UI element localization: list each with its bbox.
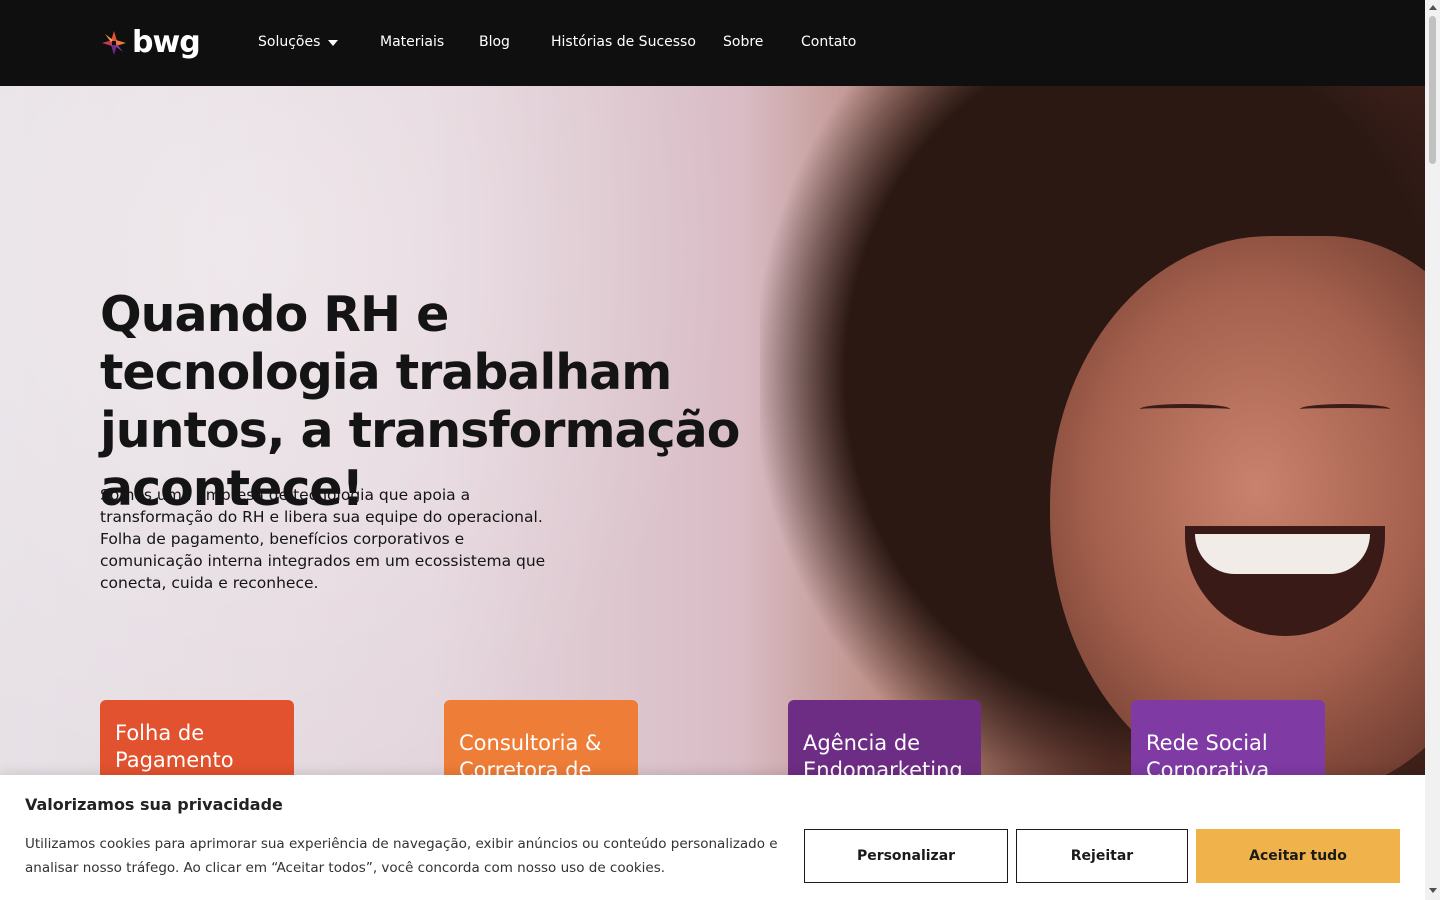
hero-description: Somos uma empresa de tecnologia que apoi… (100, 486, 546, 592)
bwg-spark-logo-icon (102, 31, 126, 55)
customize-cookies-button[interactable]: Personalizar (804, 829, 1008, 883)
reject-cookies-button[interactable]: Rejeitar (1016, 829, 1188, 883)
nav-item-sobre[interactable]: Sobre (723, 34, 763, 50)
logo-text: bwg (132, 25, 201, 60)
nav-item-materiais[interactable]: Materiais (380, 34, 444, 50)
accept-all-cookies-button[interactable]: Aceitar tudo (1196, 829, 1400, 883)
scrollbar-thumb[interactable] (1429, 16, 1436, 164)
page-scrollbar[interactable] (1425, 0, 1440, 900)
scroll-down-arrow-icon[interactable] (1429, 888, 1437, 893)
nav-item-blog[interactable]: Blog (479, 34, 510, 50)
nav-item-contato[interactable]: Contato (801, 34, 856, 50)
scroll-up-arrow-icon[interactable] (1429, 5, 1437, 10)
bwg-logo[interactable]: bwg (100, 24, 201, 62)
hero-photo-eye-right (1300, 404, 1390, 414)
cookie-banner-title: Valorizamos sua privacidade (25, 795, 283, 814)
nav-item-solucoes[interactable]: Soluções (258, 34, 320, 50)
nav-item-historias-de-sucesso[interactable]: Histórias de Sucesso (551, 34, 696, 50)
top-navbar: bwg Soluções Materiais Blog Histórias de… (0, 0, 1425, 86)
hero-photo-teeth (1195, 534, 1370, 574)
caret-down-icon[interactable] (328, 40, 338, 46)
hero-photo-eye-left (1140, 404, 1230, 414)
cookie-banner-text: Utilizamos cookies para aprimorar sua ex… (25, 836, 778, 876)
cookie-consent-banner: Valorizamos sua privacidade Utilizamos c… (0, 775, 1425, 900)
